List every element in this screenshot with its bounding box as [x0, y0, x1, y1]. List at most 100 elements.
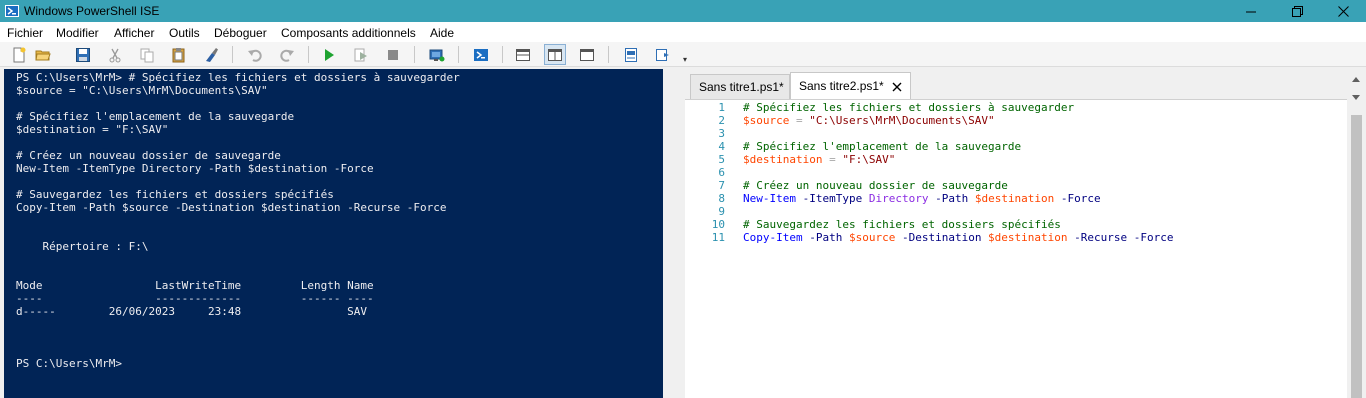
line-number: 7 [718, 179, 725, 192]
code-token: -Path [802, 231, 843, 244]
code-token: New-Item [743, 192, 796, 205]
show-script-top-button[interactable] [512, 44, 534, 65]
pane-splitter[interactable] [663, 69, 685, 398]
code-line: # Spécifiez l'emplacement de la sauvegar… [743, 140, 1174, 153]
line-number-gutter: 1 2 3 4 5 6 7 8 9 10 11 [685, 101, 725, 244]
show-script-maximized-button[interactable] [576, 44, 598, 65]
clear-console-button[interactable] [200, 44, 222, 65]
code-area[interactable]: # Spécifiez les fichiers et dossiers à s… [743, 101, 1174, 244]
script-editor[interactable]: 1 2 3 4 5 6 7 8 9 10 11 # Spécifiez les fichiers e… [685, 99, 1347, 398]
line-number: 3 [718, 127, 725, 140]
undo-button[interactable] [244, 44, 266, 65]
menu-aide[interactable]: Aide [430, 26, 454, 40]
vertical-scrollbar[interactable] [1347, 69, 1366, 398]
close-tab-button[interactable] [892, 81, 902, 92]
cut-button[interactable] [104, 44, 126, 65]
code-line: New-Item -ItemType Directory -Path $dest… [743, 192, 1174, 205]
line-number: 9 [718, 205, 725, 218]
menu-bar: Fichier Modifier Afficher Outils Débogue… [0, 22, 1366, 42]
line-number: 6 [718, 166, 725, 179]
console-line: # Spécifiez l'emplacement de la sauvegar… [16, 110, 295, 123]
code-token: = [822, 153, 843, 166]
menu-fichier[interactable]: Fichier [7, 26, 43, 40]
run-script-icon [325, 48, 334, 61]
clear-console-icon [206, 47, 218, 62]
close-icon [892, 82, 902, 92]
console-line: PS C:\Users\MrM> [16, 357, 122, 370]
tab-sans-titre1[interactable]: Sans titre1.ps1* [690, 74, 790, 99]
console-line: $source = "C:\Users\MrM\Documents\SAV" [16, 84, 268, 97]
paste-button[interactable] [168, 44, 190, 65]
code-token: $source [743, 114, 790, 127]
code-token: "F:\SAV" [842, 153, 896, 166]
code-token: -Destination [895, 231, 982, 244]
paste-icon [172, 47, 185, 62]
run-script-button[interactable] [318, 44, 340, 65]
menu-composants-additionnels[interactable]: Composants additionnels [281, 26, 416, 40]
console-line: Répertoire : F:\ [16, 240, 149, 253]
line-number: 10 [711, 218, 725, 231]
redo-button[interactable] [276, 44, 298, 65]
start-powershell-icon [474, 48, 488, 61]
code-line: $source = "C:\Users\MrM\Documents\SAV" [743, 114, 1174, 127]
open-button[interactable] [32, 44, 54, 65]
new-script-button[interactable] [8, 44, 30, 65]
menu-outils[interactable]: Outils [169, 26, 200, 40]
new-script-icon [13, 47, 26, 62]
show-addon-button[interactable] [652, 44, 674, 65]
line-number: 1 [718, 101, 725, 114]
toolbar-overflow-icon[interactable]: ▾ [683, 55, 687, 64]
copy-button[interactable] [136, 44, 158, 65]
toolbar-separator [308, 46, 309, 63]
code-line: # Spécifiez les fichiers et dossiers à s… [743, 101, 1174, 114]
show-script-right-button[interactable] [544, 44, 566, 65]
code-token: = [789, 114, 810, 127]
restore-icon [1291, 5, 1303, 17]
stop-button[interactable] [382, 44, 404, 65]
code-token: # Sauvegardez les fichiers et dossiers s… [743, 218, 1061, 231]
code-token: -Force [1127, 231, 1174, 244]
code-token: -ItemType [795, 192, 863, 205]
code-token: Copy-Item [743, 231, 803, 244]
scroll-up-icon[interactable] [1352, 77, 1360, 82]
console-line: PS C:\Users\MrM> # Spécifiez les fichier… [16, 71, 460, 84]
scroll-down-icon[interactable] [1352, 95, 1360, 100]
redo-icon [280, 49, 294, 62]
code-token: $destination [981, 231, 1068, 244]
menu-afficher[interactable]: Afficher [114, 26, 154, 40]
console-line: $destination = "F:\SAV" [16, 123, 169, 136]
powershell-ise-icon [4, 3, 20, 19]
tab-label: Sans titre2.ps1* [799, 79, 884, 93]
new-remote-tab-button[interactable] [426, 44, 448, 65]
code-token: Directory [862, 192, 929, 205]
restore-button[interactable] [1274, 0, 1320, 22]
show-command-button[interactable] [620, 44, 642, 65]
code-token: $destination [743, 153, 823, 166]
toolbar-separator [232, 46, 233, 63]
save-button[interactable] [72, 44, 94, 65]
tab-sans-titre2[interactable]: Sans titre2.ps1* [790, 72, 911, 99]
console-output: PS C:\Users\MrM> # Spécifiez les fichier… [16, 71, 460, 370]
console-line: d----- 26/06/2023 23:48 SAV [16, 305, 367, 318]
line-number: 8 [718, 192, 725, 205]
start-powershell-button[interactable] [470, 44, 492, 65]
tab-label: Sans titre1.ps1* [699, 80, 784, 94]
close-window-button[interactable] [1320, 0, 1366, 22]
menu-deboguer[interactable]: Déboguer [214, 26, 267, 40]
menu-modifier[interactable]: Modifier [56, 26, 99, 40]
line-number: 11 [711, 231, 725, 244]
scrollbar-thumb[interactable] [1351, 115, 1362, 398]
console-pane[interactable]: PS C:\Users\MrM> # Spécifiez les fichier… [4, 69, 663, 398]
code-line: $destination = "F:\SAV" [743, 153, 1174, 166]
code-token: $source [842, 231, 896, 244]
minimize-button[interactable] [1228, 0, 1274, 22]
undo-icon [248, 49, 262, 62]
console-line: ---- ------------- ------ ---- [16, 292, 374, 305]
title-bar: Windows PowerShell ISE [0, 0, 1366, 22]
run-selection-button[interactable] [350, 44, 372, 65]
